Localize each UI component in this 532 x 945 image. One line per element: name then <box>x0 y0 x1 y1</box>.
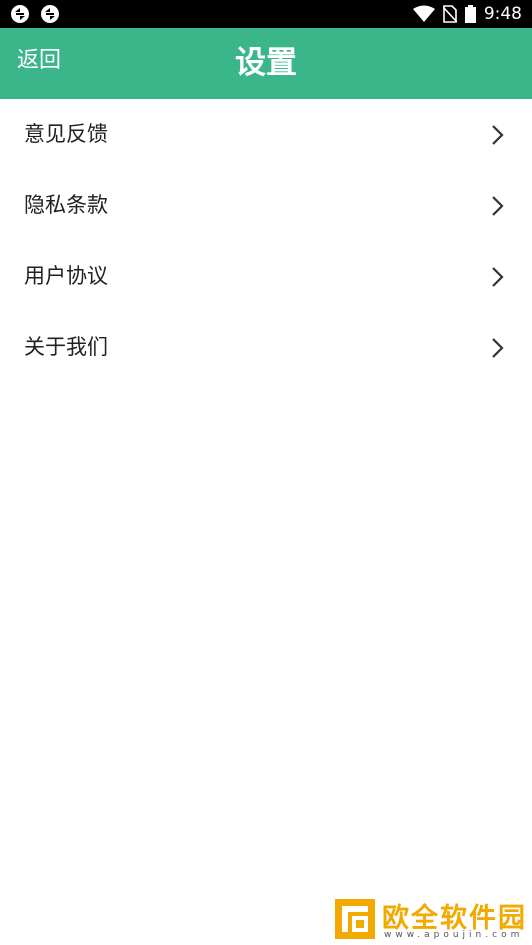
chevron-right-icon <box>492 267 504 287</box>
chevron-right-icon <box>492 196 504 216</box>
app-notification-icon <box>41 5 59 23</box>
watermark-url: www.apoujin.com <box>384 930 524 940</box>
chevron-right-icon <box>492 125 504 145</box>
settings-menu: 意见反馈 隐私条款 用户协议 关于我们 <box>0 99 532 383</box>
status-bar: 9:48 <box>0 0 532 28</box>
menu-item-feedback[interactable]: 意见反馈 <box>0 99 532 170</box>
app-notification-icon <box>11 5 29 23</box>
menu-item-about-us[interactable]: 关于我们 <box>0 312 532 383</box>
status-bar-time: 9:48 <box>483 4 522 24</box>
status-bar-notifications <box>10 4 60 24</box>
status-bar-system: 9:48 <box>412 3 522 25</box>
watermark: 欧全软件园 www.apoujin.com <box>330 896 526 943</box>
watermark-logo-icon <box>335 899 375 939</box>
battery-icon <box>464 5 476 23</box>
back-button[interactable]: 返回 <box>17 28 61 94</box>
menu-item-user-agreement[interactable]: 用户协议 <box>0 241 532 312</box>
menu-item-label: 关于我们 <box>24 335 108 359</box>
menu-item-label: 意见反馈 <box>24 122 108 146</box>
app-header: 返回 设置 <box>0 28 532 99</box>
menu-item-label: 隐私条款 <box>24 193 108 217</box>
menu-item-label: 用户协议 <box>24 264 108 288</box>
page-title: 设置 <box>235 45 297 81</box>
no-sim-icon <box>442 5 457 23</box>
chevron-right-icon <box>492 338 504 358</box>
menu-item-privacy[interactable]: 隐私条款 <box>0 170 532 241</box>
wifi-icon <box>412 5 435 22</box>
